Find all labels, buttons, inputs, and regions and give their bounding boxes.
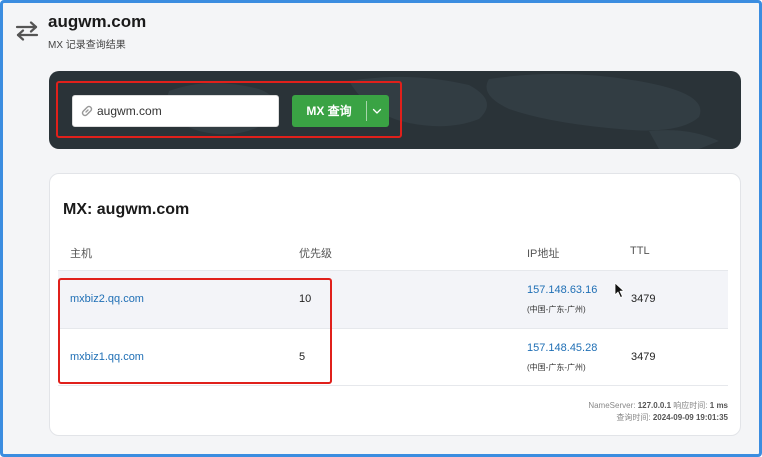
page-subtitle: MX 记录查询结果 bbox=[48, 40, 126, 51]
mx-query-button[interactable]: MX 查询 bbox=[292, 95, 389, 127]
swap-arrows-icon[interactable] bbox=[15, 21, 39, 41]
rows-highlight-box bbox=[58, 278, 332, 384]
result-title: MX: augwm.com bbox=[63, 201, 190, 218]
column-header-host: 主机 bbox=[70, 248, 92, 260]
link-icon bbox=[81, 105, 93, 117]
ttl-value: 3479 bbox=[631, 293, 656, 305]
nameserver-label: NameServer: bbox=[588, 401, 636, 410]
domain-input-wrapper[interactable] bbox=[72, 95, 279, 127]
footer-server-info: NameServer: 127.0.0.1 响应时间: 1 ms bbox=[588, 400, 728, 411]
domain-input[interactable] bbox=[97, 96, 275, 126]
mx-query-button-label: MX 查询 bbox=[306, 104, 352, 118]
column-header-ip: IP地址 bbox=[527, 248, 560, 260]
chevron-down-icon[interactable] bbox=[371, 105, 383, 117]
ttl-value: 3479 bbox=[631, 351, 656, 363]
query-time-label: 查询时间: bbox=[616, 413, 651, 422]
window-frame: augwm.com MX 记录查询结果 augwm.com MX 查询 MX: … bbox=[0, 0, 762, 457]
ip-address-link[interactable]: 157.148.45.28 bbox=[527, 342, 597, 354]
column-header-priority: 优先级 bbox=[299, 248, 332, 260]
footer-query-time: 查询时间: 2024-09-09 19:01:35 bbox=[616, 412, 728, 423]
column-header-ttl: TTL bbox=[630, 245, 650, 257]
search-highlight-box: MX 查询 bbox=[56, 81, 402, 138]
ip-address-link[interactable]: 157.148.63.16 bbox=[527, 284, 597, 296]
button-divider bbox=[366, 101, 367, 121]
ip-location: (中国-广东-广州) bbox=[527, 305, 586, 314]
search-panel: MX 查询 bbox=[49, 71, 741, 149]
page-title: augwm.com bbox=[48, 12, 147, 31]
response-time-value: 1 ms bbox=[709, 401, 728, 410]
query-time-value: 2024-09-09 19:01:35 bbox=[652, 413, 728, 422]
ip-location: (中国-广东-广州) bbox=[527, 363, 586, 372]
mouse-cursor-icon bbox=[614, 282, 625, 298]
response-time-label: 响应时间: bbox=[673, 401, 708, 410]
nameserver-value: 127.0.0.1 bbox=[637, 401, 672, 410]
